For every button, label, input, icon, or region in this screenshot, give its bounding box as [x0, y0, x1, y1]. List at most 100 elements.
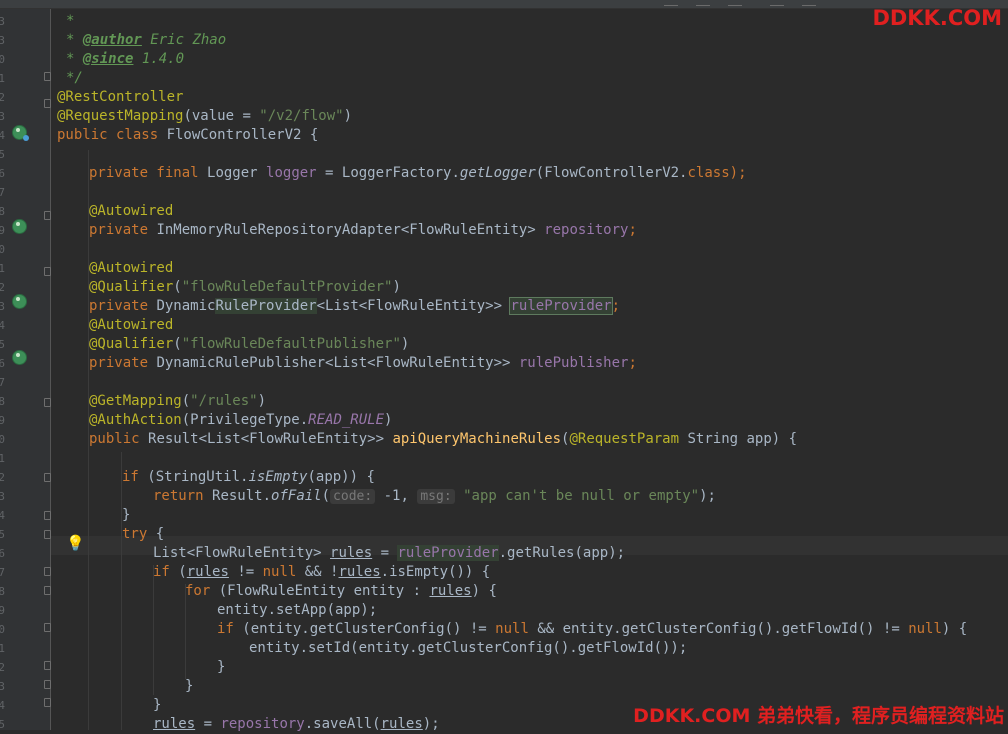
- line-number: 2: [0, 91, 5, 104]
- line-number: 3: [0, 490, 5, 503]
- line-number: 1: [0, 72, 5, 85]
- line-number: 0: [0, 243, 5, 256]
- fold-marker-icon[interactable]: [44, 511, 51, 520]
- code-line: * @since 1.4.0: [66, 50, 184, 69]
- line-number: 4: [0, 319, 5, 332]
- annotation: @Autowired: [89, 317, 174, 333]
- code-text: && !: [296, 564, 339, 580]
- keyword: ;: [611, 298, 621, 314]
- fold-marker-icon[interactable]: [44, 661, 51, 670]
- code-text: ) {: [471, 583, 497, 599]
- static-method: getLogger: [459, 165, 536, 181]
- javadoc-tag: @since: [82, 51, 134, 67]
- keyword: null: [495, 621, 529, 637]
- line-number: 5: [0, 338, 5, 351]
- code-text: -1,: [375, 488, 418, 504]
- spring-bean-icon[interactable]: [12, 219, 27, 234]
- keyword: class: [687, 165, 730, 181]
- code-text: (: [178, 564, 187, 580]
- keyword: if: [217, 621, 243, 637]
- fold-marker-icon[interactable]: [44, 530, 51, 539]
- line-number: 5: [0, 148, 5, 161]
- toolbar-tab-marker[interactable]: [664, 0, 678, 6]
- code-editor[interactable]: * * @author Eric Zhao * @since 1.4.0 */ …: [51, 9, 1008, 732]
- line-number: 7: [0, 186, 5, 199]
- line-number: 1: [0, 452, 5, 465]
- line-number: 2: [0, 471, 5, 484]
- code-text: Result<List<FlowRuleEntity>>: [148, 431, 393, 447]
- annotation: @RestController: [57, 89, 184, 105]
- code-text: );: [729, 165, 747, 181]
- parameter-hint: msg:: [417, 489, 455, 504]
- editor-gutter[interactable]: 3 3 0 1 2 3 4 5 6 7 8 9 0 1 2 3 4 5 6 7 …: [0, 9, 51, 731]
- code-line: public Result<List<FlowRuleEntity>> apiQ…: [89, 430, 797, 449]
- code-line: @AuthAction(PrivilegeType.READ_RULE): [89, 411, 392, 430]
- code-text: entity.setId(entity.getClusterConfig().g…: [249, 640, 688, 656]
- line-number: 6: [0, 547, 5, 560]
- toolbar-tab-marker[interactable]: [802, 0, 816, 6]
- watermark-bottom: DDKK.COM 弟弟快看，程序员编程资料站: [633, 705, 1004, 727]
- annotation: @GetMapping: [89, 393, 182, 409]
- line-number: 7: [0, 566, 5, 579]
- toolbar-tab-marker[interactable]: [696, 0, 710, 6]
- keyword: ;: [628, 355, 637, 371]
- code-line: @RestController: [57, 88, 183, 107]
- code-line: entity.setApp(app);: [217, 601, 377, 620]
- code-line: return Result.ofFail(code: -1, msg: "app…: [153, 487, 716, 506]
- fold-marker-icon[interactable]: [44, 211, 51, 220]
- code-text: =: [372, 545, 398, 561]
- keyword: private: [89, 298, 157, 314]
- fold-marker-icon[interactable]: [44, 267, 51, 276]
- code-text: Result.: [212, 488, 272, 504]
- fold-marker-icon[interactable]: [44, 586, 51, 595]
- code-text: }: [185, 678, 194, 694]
- line-number: 4: [0, 129, 5, 142]
- code-line: }: [217, 658, 225, 677]
- line-number: 2: [0, 281, 5, 294]
- code-text: !=: [228, 564, 263, 580]
- keyword: private final: [89, 165, 208, 181]
- fold-marker-icon[interactable]: [44, 680, 51, 689]
- string-literal: "app can't be null or empty": [454, 488, 700, 504]
- code-line: @Qualifier("flowRuleDefaultProvider"): [89, 278, 401, 297]
- fold-marker-icon[interactable]: [44, 72, 51, 81]
- fold-marker-icon[interactable]: [44, 623, 51, 632]
- highlighted-text: RuleProvider: [215, 298, 317, 314]
- fold-marker-icon[interactable]: [44, 473, 51, 482]
- javadoc-text: 1.4.0: [133, 51, 185, 67]
- keyword: public: [89, 431, 149, 447]
- code-text: .getRules(app);: [498, 545, 626, 561]
- toolbar-tab-marker[interactable]: [728, 0, 742, 6]
- code-text: entity.setApp(app);: [217, 602, 378, 618]
- code-text: (FlowRuleEntity entity :: [218, 583, 430, 599]
- javadoc-text: *: [66, 13, 75, 29]
- field-name: repository: [544, 222, 629, 238]
- spring-bean-icon[interactable]: [12, 125, 29, 141]
- code-text: && entity.getClusterConfig().getFlowId()…: [528, 621, 909, 637]
- code-text: String app) {: [679, 431, 798, 447]
- reassigned-variable: rules: [429, 583, 472, 599]
- line-number: 6: [0, 357, 5, 370]
- fold-marker-icon[interactable]: [44, 698, 51, 707]
- spring-bean-icon[interactable]: [12, 350, 27, 365]
- code-text: = LoggerFactory.: [316, 165, 460, 181]
- code-line: List<FlowRuleEntity> rules = ruleProvide…: [153, 544, 625, 563]
- code-line: @GetMapping("/rules"): [89, 392, 266, 411]
- keyword: if: [153, 564, 179, 580]
- parameter-hint: code:: [330, 489, 376, 504]
- line-number: 8: [0, 205, 5, 218]
- code-line: }: [153, 696, 161, 715]
- fold-marker-icon[interactable]: [44, 567, 51, 576]
- code-line: private DynamicRuleProvider<List<FlowRul…: [89, 297, 620, 316]
- fold-marker-icon[interactable]: [44, 99, 51, 108]
- toolbar-tab-marker[interactable]: [770, 0, 784, 6]
- annotation: @Qualifier: [89, 279, 174, 295]
- code-line: if (rules != null && !rules.isEmpty()) {: [153, 563, 490, 582]
- code-text: .isEmpty()) {: [380, 564, 491, 580]
- line-number: 7: [0, 376, 5, 389]
- code-text: List<FlowRuleEntity>: [153, 545, 331, 561]
- fold-marker-icon[interactable]: [44, 398, 51, 407]
- line-number: 8: [0, 395, 5, 408]
- code-text: }: [122, 507, 131, 523]
- spring-bean-icon[interactable]: [12, 294, 27, 309]
